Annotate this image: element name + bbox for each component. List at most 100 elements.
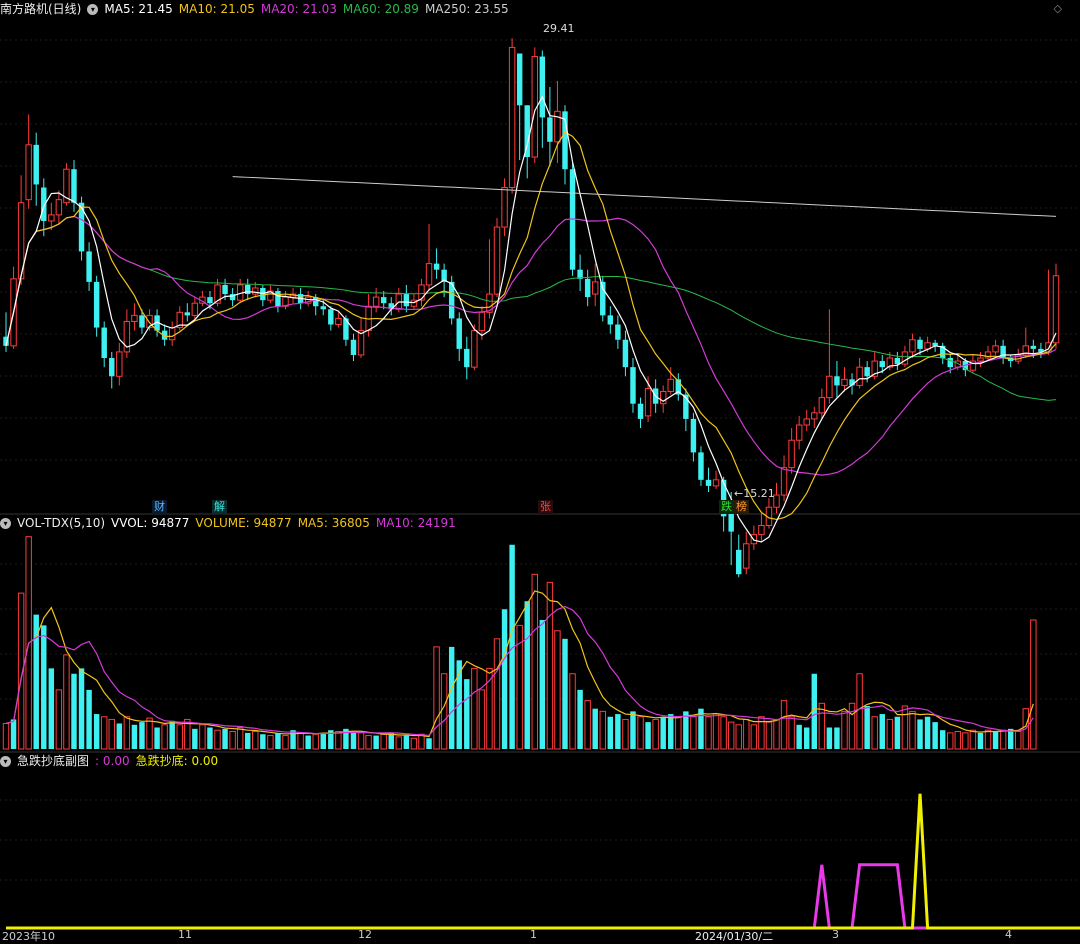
volume-bar <box>871 716 878 750</box>
marker-list[interactable]: 榜 <box>734 500 749 514</box>
volume-bar <box>668 714 674 749</box>
volume-bar <box>698 708 704 749</box>
volume-bar <box>260 734 266 749</box>
volume-bar <box>932 722 938 749</box>
candle-body <box>48 214 55 222</box>
candle-body <box>1052 275 1060 344</box>
volume-bar <box>977 732 984 749</box>
high-label: 29.41 <box>543 22 575 35</box>
x-tick-label: 11 <box>178 928 192 941</box>
candle-body <box>622 339 629 368</box>
candle-body <box>705 479 712 486</box>
candle-body <box>116 351 123 377</box>
volume-bar <box>207 727 213 749</box>
candle-body <box>433 263 440 270</box>
candle-body <box>984 351 992 359</box>
candle-body <box>547 117 553 142</box>
candle-body <box>335 317 342 326</box>
volume-bar <box>229 731 236 750</box>
volume-bar <box>841 710 848 750</box>
price-header: 南方路机(日线) ▾ MA5: 21.45 MA10: 21.05 MA20: … <box>0 0 509 18</box>
x-tick-label: 12 <box>358 928 372 941</box>
volume-bar <box>765 721 773 750</box>
ma-lines <box>5 95 1057 543</box>
volume-bar <box>357 732 365 750</box>
settings-icon[interactable]: ◇ <box>1054 2 1062 15</box>
candle-body <box>403 294 410 307</box>
candle-body <box>864 367 870 377</box>
volume-bar <box>48 668 55 749</box>
volume-bar <box>637 716 644 750</box>
volume-bar <box>2 722 10 750</box>
volume-bar <box>275 732 281 749</box>
candle-body <box>637 403 644 419</box>
volume-bar <box>464 679 470 749</box>
volume-bar <box>410 737 418 750</box>
volume-bar <box>222 728 228 749</box>
volume-bar <box>924 716 931 749</box>
toggle-icon[interactable]: ▾ <box>0 755 11 767</box>
toggle-icon[interactable]: ▾ <box>87 3 99 15</box>
volume-bar <box>909 710 916 750</box>
candle-body <box>539 56 546 118</box>
volume-bar <box>252 731 259 750</box>
volume-bar <box>169 720 175 749</box>
candle-body <box>758 524 765 536</box>
volume-bar <box>607 716 614 749</box>
volume-bar <box>305 735 311 749</box>
volume-bar <box>947 732 954 750</box>
volume-bar <box>743 718 750 750</box>
volume-bar <box>471 667 478 750</box>
low-label: ←15.21 <box>734 487 775 500</box>
volume-bar <box>652 718 659 750</box>
candle-body <box>493 226 501 295</box>
indicator-header: ▾ 急跌抄底副图 : 0.00 急跌抄底: 0.00 <box>0 752 218 770</box>
ind-value-1: : 0.00 <box>95 754 130 768</box>
volume-bar <box>984 729 992 750</box>
volume-bar <box>969 729 977 750</box>
volume-bar <box>116 723 123 749</box>
candle-body <box>811 412 818 420</box>
volume-bar <box>780 700 788 750</box>
candle-body <box>456 318 462 349</box>
volume-bar <box>93 714 100 749</box>
candle-body <box>425 263 433 286</box>
volume-bar <box>312 733 319 750</box>
volume-bar <box>954 731 962 750</box>
volume-bar <box>493 638 501 750</box>
marker-limit-up[interactable]: 张 <box>538 500 553 514</box>
volume-bar <box>735 724 742 750</box>
indicator-lines <box>6 793 1080 930</box>
candles <box>3 38 1060 578</box>
volume-bar <box>879 714 885 749</box>
x-tick-label: 2023年10 <box>2 930 55 943</box>
volume-bar <box>350 732 357 749</box>
volume-bar <box>962 732 969 750</box>
candle-body <box>471 330 478 368</box>
ma5-line <box>5 95 1057 543</box>
marker-fin[interactable]: 财 <box>152 500 167 514</box>
candle-body <box>917 339 923 349</box>
volume-bar <box>440 673 448 750</box>
vol-title: VOL-TDX(5,10) <box>17 516 106 530</box>
candle-body <box>1030 345 1037 349</box>
volume-bar <box>531 573 538 750</box>
volume-bar <box>622 718 629 750</box>
volume-bar <box>108 718 115 750</box>
toggle-icon[interactable]: ▾ <box>0 517 11 529</box>
ind-value-2: 急跌抄底: 0.00 <box>135 754 219 768</box>
volume-bar <box>139 722 145 749</box>
marker-unlock[interactable]: 解 <box>212 500 227 514</box>
volume-bar <box>395 736 403 750</box>
candle-body <box>712 479 720 487</box>
volume-bar <box>834 727 840 749</box>
candle-body <box>71 169 77 203</box>
x-tick-label: 4 <box>1005 928 1012 941</box>
volume-bar <box>501 609 508 749</box>
candle-body <box>93 281 100 328</box>
candle-body <box>788 439 795 469</box>
ma20-line <box>5 215 1057 476</box>
volume-bar <box>804 727 810 749</box>
candle-body <box>109 358 115 377</box>
marker-drop[interactable]: 跌 <box>719 500 734 514</box>
